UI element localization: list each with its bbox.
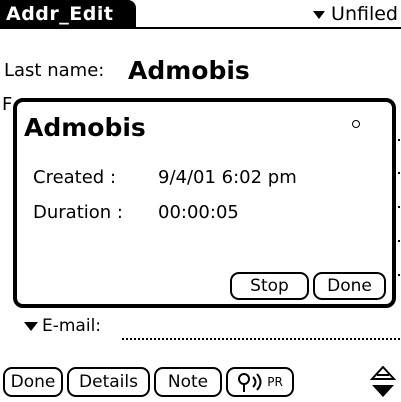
info-dot-icon bbox=[352, 120, 360, 128]
email-field-label[interactable]: E-mail: bbox=[24, 316, 101, 336]
note-button[interactable]: Note bbox=[154, 367, 222, 397]
duration-value: 00:00:05 bbox=[158, 202, 239, 223]
created-label: Created : bbox=[33, 167, 117, 188]
stop-button[interactable]: Stop bbox=[230, 272, 309, 300]
details-button[interactable]: Details bbox=[67, 367, 150, 397]
title-divider bbox=[0, 27, 401, 29]
hidden-field-label: F bbox=[2, 94, 13, 115]
email-label: E-mail: bbox=[42, 316, 102, 336]
created-value: 9/4/01 6:02 pm bbox=[158, 167, 297, 188]
done-button[interactable]: Done bbox=[3, 367, 63, 397]
email-field[interactable] bbox=[122, 338, 400, 340]
category-label: Unfiled bbox=[331, 3, 398, 25]
dialog-done-button[interactable]: Done bbox=[313, 272, 386, 300]
dropdown-triangle-icon bbox=[313, 10, 326, 19]
app-title[interactable]: Addr_Edit bbox=[0, 0, 136, 29]
scroll-arrows-icon[interactable] bbox=[369, 365, 397, 398]
dropdown-triangle-icon bbox=[24, 321, 38, 331]
dialog-title: Admobis bbox=[24, 113, 146, 142]
duration-label: Duration : bbox=[33, 202, 123, 223]
category-picker[interactable]: Unfiled bbox=[313, 2, 398, 26]
last-name-label: Last name: bbox=[4, 60, 105, 81]
beam-label: PR bbox=[267, 375, 283, 389]
last-name-value[interactable]: Admobis bbox=[128, 56, 250, 85]
beam-icon bbox=[238, 373, 262, 392]
beam-button[interactable]: PR bbox=[226, 367, 294, 397]
